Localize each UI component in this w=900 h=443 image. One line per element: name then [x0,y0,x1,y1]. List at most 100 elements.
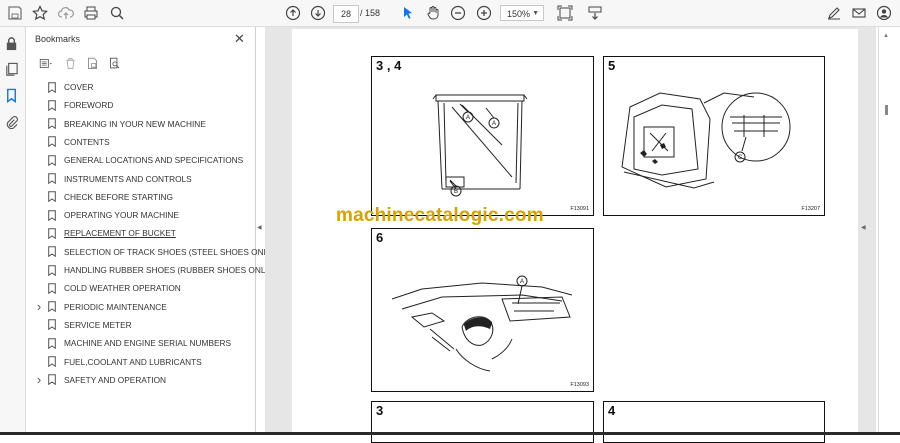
account-icon[interactable] [875,4,893,22]
bookmark-item[interactable]: GENERAL LOCATIONS AND SPECIFICATIONS [33,151,243,169]
figure-number: 3 [376,403,384,418]
watermark-text: machinecatalogic.com [336,205,544,226]
bookmark-icon [45,246,59,258]
bookmark-icon [45,374,59,386]
bookmark-item[interactable]: › PERIODIC MAINTENANCE [33,298,167,316]
bookmark-item[interactable]: FUEL,COOLANT AND LUBRICANTS [33,353,202,371]
panel-title: Bookmarks [35,34,81,44]
bookmark-icon [45,337,59,349]
email-icon[interactable] [850,4,868,22]
bookmark-label: PERIODIC MAINTENANCE [64,301,167,312]
figure-panel: 3 [371,401,594,443]
bookmark-item[interactable]: COLD WEATHER OPERATION [33,279,181,297]
top-toolbar: 28 / 158 150% ▼ [0,0,900,27]
figure-panel: 5 C F13207 [603,56,825,216]
figure-panel: 6 A F13093 [371,228,594,392]
expand-right-panel-icon[interactable]: ◀ [861,224,866,231]
cab-window-illustration: A A B [432,94,528,197]
page-down-icon[interactable] [309,4,327,22]
bookmark-icon [45,282,59,294]
bookmark-label: SAFETY AND OPERATION [64,374,167,385]
bookmark-label: FOREWORD [64,100,114,111]
scroll-up-icon[interactable]: ▲ [883,33,889,39]
zoom-out-icon[interactable] [449,4,467,22]
bookmark-item[interactable]: CONTENTS [33,133,110,151]
bookmark-icon [45,209,59,221]
bookmark-label: BREAKING IN YOUR NEW MACHINE [64,118,206,129]
hand-tool-icon[interactable] [424,4,442,22]
bookmark-label: OPERATING YOUR MACHINE [64,210,179,221]
bookmark-item[interactable]: REPLACEMENT OF BUCKET [33,224,176,242]
find-bookmark-icon[interactable] [106,55,122,71]
zoom-search-icon[interactable] [108,4,126,22]
bookmark-icon [45,356,59,368]
bookmark-label: SELECTION OF TRACK SHOES (STEEL SHOES ON… [64,246,276,257]
attachment-icon[interactable] [4,115,21,132]
lock-icon[interactable] [4,36,21,53]
scroll-mode-icon[interactable] [586,4,604,22]
vertical-scrollbar[interactable]: ▲ [878,27,900,435]
left-tool-rail [0,27,26,435]
page-thumbnails-icon[interactable] [4,62,21,79]
callout-label: A [466,115,470,121]
bookmark-item[interactable]: SERVICE METER [33,316,132,334]
bookmark-icon [45,264,59,276]
figure-number: 4 [608,403,616,418]
figure-code: F13207 [801,206,820,212]
bookmark-label: HANDLING RUBBER SHOES (RUBBER SHOES ONLY… [64,265,274,275]
collapse-panel-icon[interactable]: ◀ [257,224,262,231]
bookmark-label: COLD WEATHER OPERATION [64,283,181,294]
print-icon[interactable] [82,4,100,22]
figure-panel: 4 [603,401,825,443]
bookmark-item[interactable]: › SAFETY AND OPERATION [33,371,166,389]
bookmark-icon [45,173,59,185]
bookmark-icon [45,227,59,239]
delete-bookmark-icon[interactable] [62,55,78,71]
bookmark-label: CHECK BEFORE STARTING [64,191,173,202]
bookmark-icon [45,154,59,166]
options-menu-icon[interactable] [34,55,56,71]
bookmark-item[interactable]: MACHINE AND ENGINE SERIAL NUMBERS [33,334,231,352]
bookmark-icon [45,319,59,331]
star-icon[interactable] [31,4,49,22]
operator-adjusting-illustration: A [391,275,573,372]
bookmark-item[interactable]: CHECK BEFORE STARTING [33,188,173,206]
scrollbar-thumb[interactable] [885,105,888,115]
bookmark-item[interactable]: COVER [33,78,94,96]
bookmark-icon [45,118,59,130]
page-number-input[interactable]: 28 [333,5,359,23]
zoom-level-select[interactable]: 150% ▼ [500,5,544,21]
select-cursor-icon[interactable] [399,4,417,22]
page-fit-icon[interactable] [556,4,574,22]
bookmark-item[interactable]: SELECTION OF TRACK SHOES (STEEL SHOES ON… [33,243,276,261]
figure-code: F13093 [570,382,589,388]
bookmark-item[interactable]: HANDLING RUBBER SHOES (RUBBER SHOES ONLY… [33,261,273,279]
close-icon[interactable]: ✕ [234,31,245,47]
bookmark-label: SERVICE METER [64,319,132,330]
zoom-in-icon[interactable] [475,4,493,22]
save-icon[interactable] [6,4,24,22]
chevron-right-icon[interactable]: › [33,372,45,387]
chevron-right-icon[interactable]: › [33,299,45,314]
cloud-upload-icon[interactable] [57,4,75,22]
bookmark-icon [45,136,59,148]
bookmark-label: CONTENTS [64,136,110,147]
bookmark-tools [34,55,122,71]
bookmark-item[interactable]: OPERATING YOUR MACHINE [33,206,179,224]
bookmark-label: REPLACEMENT OF BUCKET [64,228,176,239]
bookmark-icon [45,191,59,203]
bookmarks-panel: Bookmarks ✕ COVER FOREWORD BREAKING IN YOU… [26,27,276,435]
bookmark-item[interactable]: BREAKING IN YOUR NEW MACHINE [33,115,206,133]
new-bookmark-icon[interactable] [84,55,100,71]
callout-label: B [454,189,458,195]
page-total: / 158 [360,8,381,18]
bookmark-label: MACHINE AND ENGINE SERIAL NUMBERS [64,338,232,349]
bookmark-panel-icon[interactable] [4,88,21,105]
page-up-icon[interactable] [284,4,302,22]
bookmark-icon [45,301,59,313]
bookmark-icon [45,81,59,93]
bookmark-item[interactable]: INSTRUMENTS AND CONTROLS [33,170,192,188]
bookmark-item[interactable]: FOREWORD [33,96,113,114]
sign-pen-icon[interactable] [825,4,843,22]
chevron-down-icon: ▼ [532,10,539,17]
